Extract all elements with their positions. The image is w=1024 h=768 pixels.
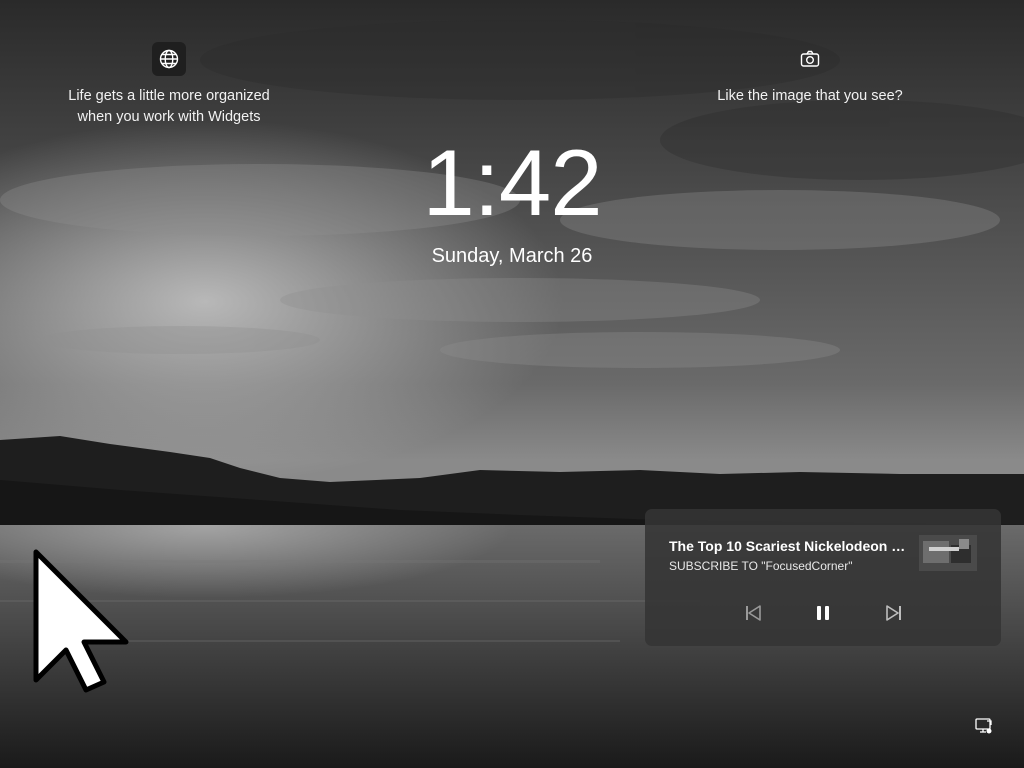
media-title: The Top 10 Scariest Nickelodeon B... — [669, 538, 913, 554]
media-control-card[interactable]: The Top 10 Scariest Nickelodeon B... SUB… — [645, 509, 1001, 646]
lockscreen-time: 1:42 — [422, 130, 603, 235]
globe-icon[interactable] — [152, 42, 186, 76]
previous-icon[interactable] — [739, 599, 767, 627]
lockscreen-date: Sunday, March 26 — [431, 245, 593, 267]
network-icon[interactable] — [974, 716, 994, 736]
widgets-promo[interactable]: Life gets a little more organized when y… — [44, 42, 294, 128]
next-icon[interactable] — [880, 599, 908, 627]
media-thumbnail — [919, 535, 977, 571]
spotlight-promo-text: Like the image that you see? — [717, 88, 903, 104]
mouse-cursor-icon — [33, 549, 129, 693]
media-subtitle: SUBSCRIBE TO "FocusedCorner" — [669, 559, 853, 573]
spotlight-promo[interactable]: Like the image that you see? — [690, 42, 930, 107]
widgets-promo-text: Life gets a little more organized when y… — [68, 88, 270, 125]
pause-icon[interactable] — [809, 599, 837, 627]
camera-icon[interactable] — [793, 42, 827, 76]
